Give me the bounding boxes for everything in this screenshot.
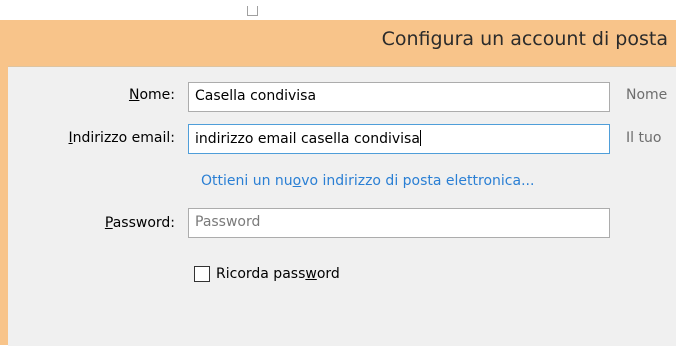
remember-password-row[interactable]: Ricorda password <box>194 264 340 284</box>
remember-password-checkbox[interactable] <box>194 266 210 282</box>
email-field[interactable]: indirizzo email casella condivisa <box>188 124 610 154</box>
name-label: Nome: <box>128 87 175 103</box>
text-caret <box>419 130 421 146</box>
email-value: indirizzo email casella condivisa <box>195 131 420 147</box>
password-field[interactable]: Password <box>188 208 610 238</box>
name-field[interactable]: Casella condivisa <box>188 82 610 112</box>
dialog-content: Nome: Casella condivisa Nome Indirizzo e… <box>8 66 676 346</box>
remember-password-label[interactable]: Ricorda password <box>216 266 340 282</box>
password-label: Password: <box>104 215 175 231</box>
account-setup-dialog: Configura un account di posta Nome: Case… <box>0 20 676 346</box>
window-edge-icon <box>247 6 258 16</box>
password-placeholder: Password <box>195 214 261 230</box>
name-hint: Nome <box>626 87 668 103</box>
email-label: Indirizzo email: <box>68 130 175 146</box>
email-hint: Il tuo <box>626 130 662 146</box>
name-value: Casella condivisa <box>195 88 317 104</box>
new-email-address-link[interactable]: Ottieni un nuovo indirizzo di posta elet… <box>201 173 534 189</box>
background-window-strip <box>0 0 676 20</box>
dialog-title: Configura un account di posta <box>381 28 668 50</box>
